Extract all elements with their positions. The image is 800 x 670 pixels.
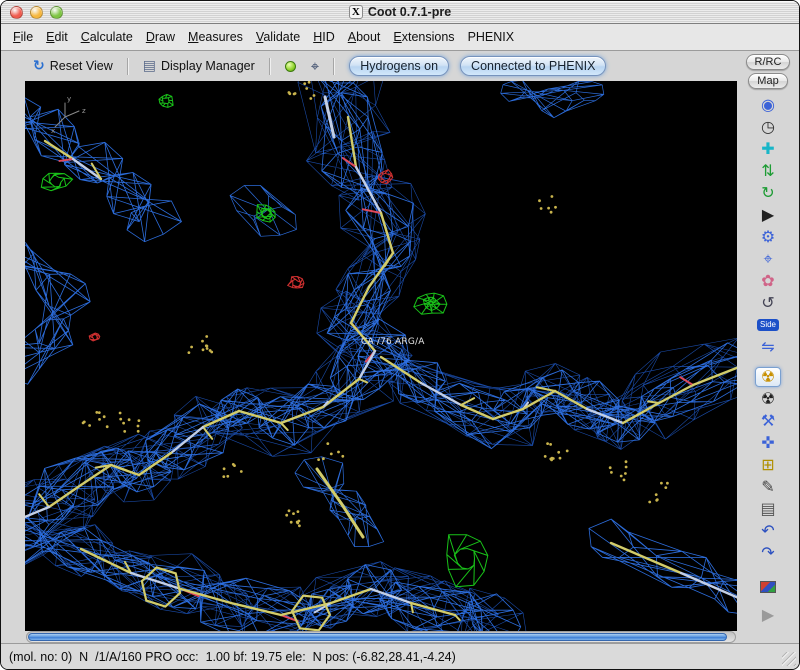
display-manager-icon: ▤ [142, 58, 156, 74]
display-manager-button[interactable]: ▤ Display Manager [139, 57, 259, 75]
menu-validate[interactable]: Validate [256, 30, 300, 44]
side-chain-icon[interactable]: Side [756, 315, 780, 335]
issues-icon [760, 581, 776, 593]
window-title: X Coot 0.7.1-pre [1, 5, 799, 19]
svg-text:y: y [67, 95, 71, 103]
window-title-text: Coot 0.7.1-pre [367, 5, 452, 19]
mutate-radiation-icon[interactable]: ☢ [754, 367, 782, 387]
app-window: X Coot 0.7.1-pre File Edit Calculate Draw Me… [0, 0, 800, 670]
move-arrows-icon[interactable]: ✚ [756, 139, 780, 159]
x11-icon: X [348, 5, 363, 19]
play-icon[interactable]: ▶ [756, 205, 780, 225]
status-bar: (mol. no: 0) N /1/A/160 PRO occ: 1.00 bf… [1, 643, 799, 669]
gl-canvas[interactable]: z x y CA /76 ARG/A [25, 81, 737, 631]
pencil-icon[interactable]: ✎ [756, 477, 780, 497]
clock-icon[interactable]: ◷ [756, 117, 780, 137]
phenix-status-button[interactable]: Connected to PHENIX [460, 56, 607, 76]
flip-180-icon[interactable]: ⇋ [756, 337, 780, 357]
side-chain-icon-label: Side [756, 319, 779, 331]
go-to-ligand-icon [284, 60, 296, 72]
axes-icon: z x y [51, 95, 86, 135]
menu-edit[interactable]: Edit [46, 30, 68, 44]
go-to-atom-icon: ⌖ [310, 56, 320, 75]
hydrogens-toggle-button[interactable]: Hydrogens on [349, 56, 450, 76]
map-button[interactable]: Map [748, 73, 788, 89]
menu-phenix[interactable]: PHENIX [468, 30, 515, 44]
minimize-button[interactable] [30, 6, 43, 19]
window-controls [10, 6, 63, 19]
trash-icon[interactable]: ▤ [756, 499, 780, 519]
toolbar-separator [333, 57, 336, 75]
density-scene: z x y [25, 81, 737, 631]
menu-calculate[interactable]: Calculate [81, 30, 133, 44]
close-button[interactable] [10, 6, 23, 19]
sidebar-icons: ◉ ◷ ✚ ⇅ ↻ ▶ ⚙ ⌖ ✿ ↺ Side ⇋ ☢ ☢ ⚒ ✜ ⊞ ✎ ▤ ↶ ↷ ▶ [737, 92, 799, 643]
reset-view-label: Reset View [49, 59, 113, 73]
rrc-button[interactable]: R/RC [745, 54, 791, 70]
run-icon[interactable]: ▶ [756, 605, 780, 625]
redo-icon[interactable]: ↷ [756, 543, 780, 563]
tools-icon[interactable]: ⚒ [756, 411, 780, 431]
rotate-icon[interactable]: ↻ [756, 183, 780, 203]
reset-view-icon: ↻ [33, 58, 45, 74]
atom-label: CA /76 ARG/A [361, 337, 425, 347]
title-bar[interactable]: X Coot 0.7.1-pre [1, 1, 799, 24]
rotamer-icon[interactable]: ✿ [756, 271, 780, 291]
horizontal-scrollbar[interactable] [26, 631, 736, 643]
status-text: (mol. no: 0) N /1/A/160 PRO occ: 1.00 bf… [9, 649, 456, 664]
menu-file[interactable]: File [13, 30, 33, 44]
go-to-atom-button[interactable]: ⌖ [307, 57, 323, 76]
cross-tool-icon[interactable]: ✜ [756, 433, 780, 453]
center-column: ↻ Reset View ▤ Display Manager ⌖ Hydroge… [25, 51, 737, 643]
atom-target-icon[interactable]: ⌖ [756, 249, 780, 269]
undo-icon[interactable]: ↶ [756, 521, 780, 541]
menu-measures[interactable]: Measures [188, 30, 243, 44]
svg-text:x: x [51, 127, 55, 135]
toolbar-separator [268, 57, 271, 75]
menu-hid[interactable]: HID [313, 30, 335, 44]
toolbar-separator [126, 57, 129, 75]
radiation-dark-icon[interactable]: ☢ [756, 389, 780, 409]
menu-extensions[interactable]: Extensions [393, 30, 454, 44]
model-sphere-icon[interactable]: ◉ [756, 95, 780, 115]
svg-text:z: z [82, 107, 86, 115]
zoom-button[interactable] [50, 6, 63, 19]
menu-bar: File Edit Calculate Draw Measures Validate HID… [1, 24, 799, 51]
main-area: ↻ Reset View ▤ Display Manager ⌖ Hydroge… [1, 51, 799, 643]
go-to-ligand-button[interactable] [281, 59, 300, 74]
issues-icon[interactable] [756, 577, 780, 597]
add-residue-icon[interactable]: ⊞ [756, 455, 780, 475]
swap-arrows-icon[interactable]: ⇅ [756, 161, 780, 181]
toolbar: ↻ Reset View ▤ Display Manager ⌖ Hydroge… [25, 51, 737, 81]
scrollbar-thumb[interactable] [28, 633, 727, 641]
reset-view-button[interactable]: ↻ Reset View [29, 57, 117, 75]
resize-grip[interactable] [782, 652, 796, 666]
menu-draw[interactable]: Draw [146, 30, 175, 44]
menu-about[interactable]: About [348, 30, 381, 44]
left-gutter [1, 51, 25, 643]
display-manager-label: Display Manager [160, 59, 255, 73]
chi-angles-icon[interactable]: ⚙ [756, 227, 780, 247]
flip-peptide-icon[interactable]: ↺ [756, 293, 780, 313]
right-toolbar: R/RC Map ◉ ◷ ✚ ⇅ ↻ ▶ ⚙ ⌖ ✿ ↺ Side ⇋ ☢ ☢ ⚒ ✜ ⊞ ✎ ▤ ↶ ↷ ▶ [737, 51, 799, 643]
